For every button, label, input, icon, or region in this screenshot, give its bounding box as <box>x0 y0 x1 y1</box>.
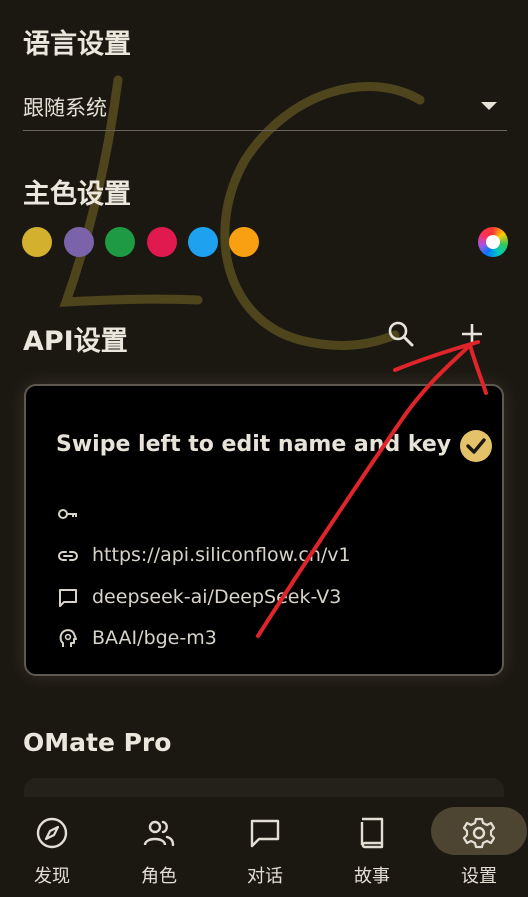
gear-icon <box>462 817 496 849</box>
compass-icon <box>36 817 68 849</box>
nav-tab-chat[interactable]: 对话 <box>213 797 317 897</box>
nav-tab-stories[interactable]: 故事 <box>320 797 424 897</box>
nav-label-stories: 故事 <box>354 866 390 887</box>
omate-pro-title: OMate Pro <box>23 728 172 757</box>
book-icon <box>360 817 384 849</box>
nav-tab-characters[interactable]: 角色 <box>107 797 211 897</box>
nav-label-discover: 发现 <box>34 866 70 887</box>
nav-label-settings: 设置 <box>461 866 497 887</box>
nav-label-chat: 对话 <box>247 866 283 887</box>
nav-tab-discover[interactable]: 发现 <box>0 797 104 897</box>
omate-pro-card[interactable] <box>24 778 504 798</box>
nav-tab-settings[interactable]: 设置 <box>427 797 528 897</box>
bottom-navigation: 发现 角色 对话 故事 设置 <box>0 797 528 897</box>
annotation-arrow <box>256 340 488 638</box>
chat-icon <box>250 819 280 848</box>
nav-label-characters: 角色 <box>141 866 177 887</box>
people-icon <box>143 820 175 847</box>
